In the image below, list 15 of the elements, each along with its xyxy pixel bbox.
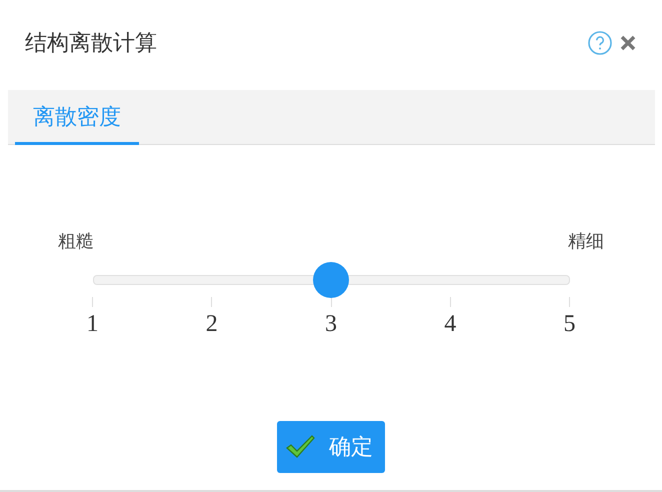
max-label: 精细: [568, 230, 604, 253]
close-icon[interactable]: [620, 35, 636, 51]
tick-label: 2: [206, 311, 218, 338]
tick-label: 5: [564, 311, 576, 338]
help-icon[interactable]: [588, 31, 612, 55]
min-label: 粗糙: [58, 230, 94, 253]
tick-label: 1: [86, 311, 98, 338]
slider-thumb[interactable]: [313, 262, 349, 298]
tick-label: 4: [444, 311, 456, 338]
dialog-title: 结构离散计算: [25, 30, 157, 58]
confirm-button[interactable]: 确定: [277, 421, 385, 473]
checkmark-icon: [285, 434, 315, 460]
slider-track[interactable]: [92, 262, 570, 298]
tab[interactable]: 离散密度: [15, 91, 139, 145]
tick-label: 3: [325, 311, 337, 338]
